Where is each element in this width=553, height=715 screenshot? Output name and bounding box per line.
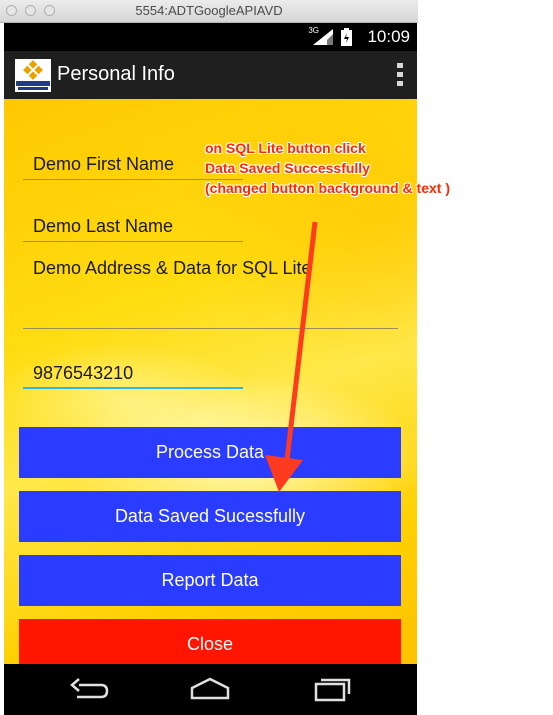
annotation-line-2: Data Saved Successfully: [205, 160, 370, 176]
window-title: 5554:ADTGoogleAPIAVD: [135, 3, 283, 18]
signal-icon: [313, 29, 333, 45]
sqlite-button[interactable]: Data Saved Sucessfully: [19, 491, 401, 542]
window-titlebar: 5554:ADTGoogleAPIAVD: [0, 0, 418, 23]
action-bar: Personal Info: [4, 51, 417, 99]
address-underline: [23, 328, 398, 329]
address-field[interactable]: Demo Address & Data for SQL Lite: [33, 258, 311, 279]
first-name-field[interactable]: Demo First Name: [33, 154, 174, 175]
report-data-button[interactable]: Report Data: [19, 555, 401, 606]
phone-field[interactable]: 9876543210: [33, 363, 133, 384]
battery-icon: [341, 28, 352, 46]
annotation-line-3: (changed button background & text ): [205, 180, 450, 196]
last-name-field[interactable]: Demo Last Name: [33, 216, 173, 237]
nav-bar: [4, 664, 417, 715]
android-screen: 3G 10:09 Personal Info Demo First Name D…: [4, 23, 417, 715]
app-title: Personal Info: [57, 63, 175, 85]
close-button[interactable]: Close: [19, 619, 401, 670]
last-name-underline: [23, 241, 243, 242]
status-bar: 3G 10:09: [4, 23, 417, 51]
back-icon[interactable]: [67, 674, 109, 704]
recent-apps-icon[interactable]: [312, 674, 352, 704]
annotation-line-1: on SQL Lite button click: [205, 140, 366, 156]
status-time: 10:09: [367, 27, 410, 46]
home-icon[interactable]: [188, 674, 232, 704]
process-data-button[interactable]: Process Data: [19, 427, 401, 478]
sjsu-logo: [15, 59, 51, 92]
more-vert-icon[interactable]: [397, 63, 403, 87]
phone-underline: [23, 387, 243, 389]
